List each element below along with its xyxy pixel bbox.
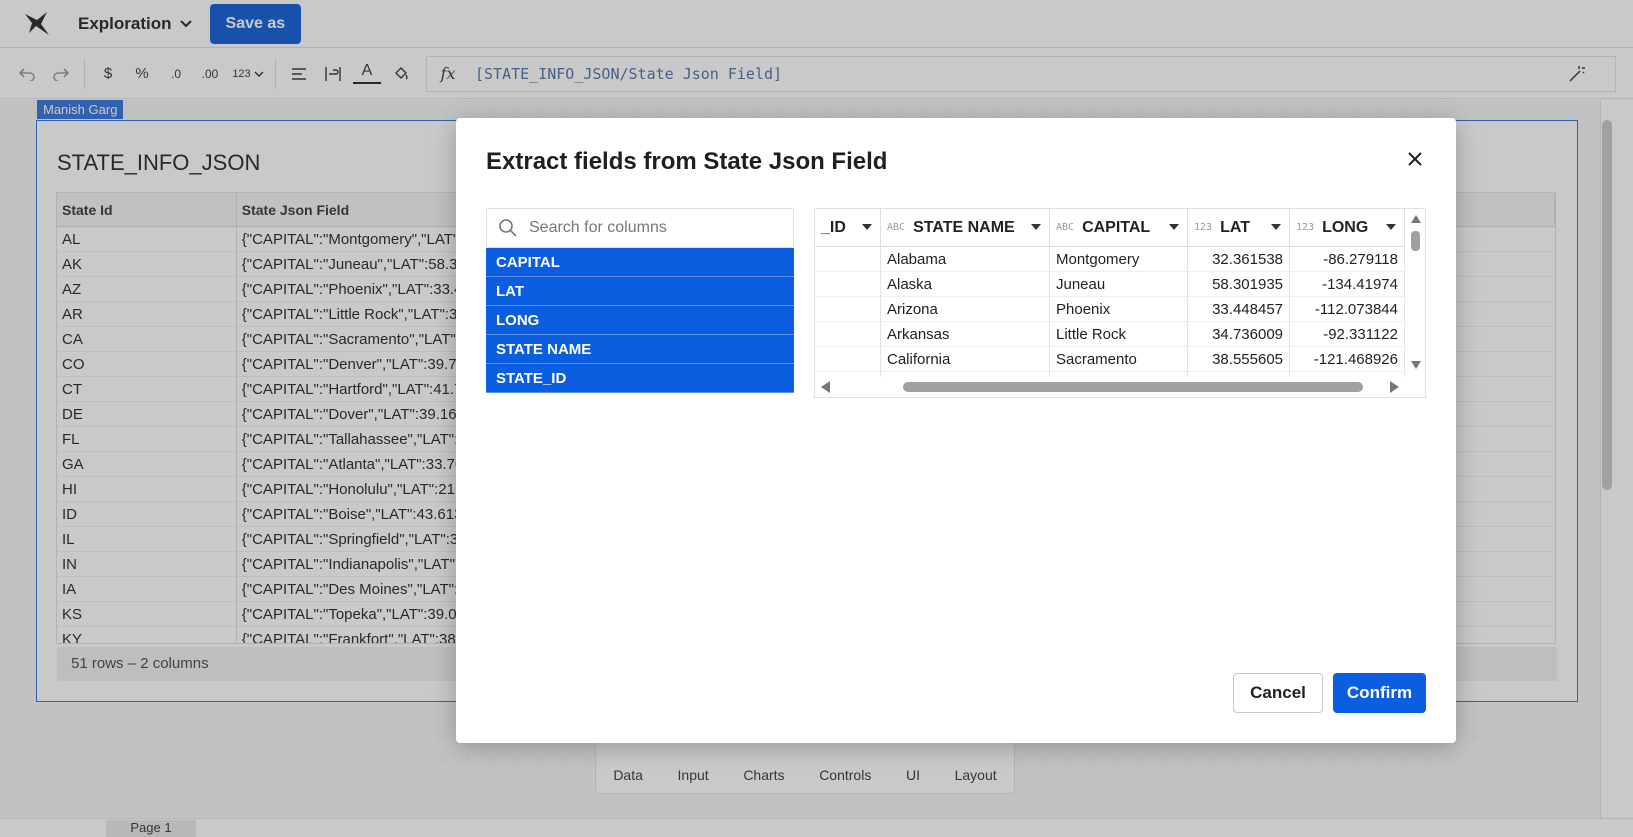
scroll-thumb[interactable] — [903, 382, 1363, 392]
preview-row: Alabama Montgomery 32.361538 -86.279118 — [815, 247, 1405, 272]
number-type-icon: 123 — [1194, 222, 1213, 233]
cell-capital: Sacramento — [1050, 347, 1188, 371]
scroll-up-icon[interactable] — [1411, 215, 1421, 223]
cell-capital: Juneau — [1050, 272, 1188, 296]
cell-id — [815, 297, 881, 321]
search-icon — [487, 218, 529, 238]
cell-long: -121.468926 — [1290, 347, 1405, 371]
preview-column-long[interactable]: 123 LONG — [1290, 209, 1405, 246]
caret-down-icon[interactable] — [862, 224, 872, 230]
column-option-capital[interactable]: CAPITAL — [486, 248, 794, 277]
cell-lat: 38.555605 — [1188, 347, 1290, 371]
cell-state-name: Arizona — [881, 297, 1050, 321]
extract-fields-dialog: Extract fields from State Json Field CAP… — [456, 118, 1456, 743]
cancel-button[interactable]: Cancel — [1233, 673, 1323, 713]
text-type-icon: ABC — [887, 222, 906, 233]
preview-horizontal-scrollbar[interactable] — [815, 377, 1405, 397]
preview-body: Alabama Montgomery 32.361538 -86.279118 Alas… — [815, 247, 1405, 377]
cell-capital: Phoenix — [1050, 297, 1188, 321]
column-label: LAT — [1220, 218, 1250, 236]
caret-down-icon[interactable] — [1169, 224, 1179, 230]
preview-row: Arkansas Little Rock 34.736009 -92.331122 — [815, 322, 1405, 347]
cell-state-name: California — [881, 347, 1050, 371]
preview-column-state-name[interactable]: ABC STATE NAME — [881, 209, 1050, 246]
cell-long: -86.279118 — [1290, 247, 1405, 271]
text-type-icon: ABC — [1056, 222, 1075, 233]
column-picker: CAPITAL LAT LONG STATE NAME STATE_ID — [486, 208, 794, 398]
cell-id — [815, 247, 881, 271]
confirm-button[interactable]: Confirm — [1333, 673, 1426, 713]
cell-lat: 58.301935 — [1188, 272, 1290, 296]
caret-down-icon[interactable] — [1031, 224, 1041, 230]
column-option-lat[interactable]: LAT — [486, 277, 794, 306]
preview-table: _ID ABC STATE NAME ABC CAPITAL 123 LAT 1… — [814, 208, 1426, 398]
cell-long: -112.073844 — [1290, 297, 1405, 321]
cell-lat: 33.448457 — [1188, 297, 1290, 321]
scroll-right-icon[interactable] — [1390, 381, 1399, 393]
cell-id — [815, 322, 881, 346]
cell-capital: Little Rock — [1050, 322, 1188, 346]
search-input[interactable] — [529, 219, 779, 237]
cell-long: -134.41974 — [1290, 272, 1405, 296]
scroll-thumb[interactable] — [1411, 231, 1420, 251]
preview-row: California Sacramento 38.555605 -121.468926 — [815, 347, 1405, 372]
cell-long: -92.331122 — [1290, 322, 1405, 346]
preview-column-lat[interactable]: 123 LAT — [1188, 209, 1290, 246]
search-field[interactable] — [486, 208, 794, 248]
column-label: _ID — [821, 218, 846, 236]
column-label: LONG — [1322, 218, 1369, 236]
preview-row: Alaska Juneau 58.301935 -134.41974 — [815, 272, 1405, 297]
caret-down-icon[interactable] — [1386, 224, 1396, 230]
column-label: STATE NAME — [913, 218, 1015, 236]
cell-capital: Montgomery — [1050, 247, 1188, 271]
preview-header: _ID ABC STATE NAME ABC CAPITAL 123 LAT 1… — [815, 209, 1405, 247]
preview-column-id[interactable]: _ID — [815, 209, 881, 246]
cell-id — [815, 272, 881, 296]
cell-state-name: Alabama — [881, 247, 1050, 271]
column-option-state-name[interactable]: STATE NAME — [486, 335, 794, 364]
cell-lat: 34.736009 — [1188, 322, 1290, 346]
cell-id — [815, 347, 881, 371]
column-label: CAPITAL — [1082, 218, 1151, 236]
scroll-down-icon[interactable] — [1411, 361, 1421, 369]
caret-down-icon[interactable] — [1271, 224, 1281, 230]
scroll-left-icon[interactable] — [821, 381, 830, 393]
cell-state-name: Arkansas — [881, 322, 1050, 346]
preview-column-capital[interactable]: ABC CAPITAL — [1050, 209, 1188, 246]
cell-lat: 32.361538 — [1188, 247, 1290, 271]
close-icon[interactable] — [1402, 146, 1428, 172]
dialog-title: Extract fields from State Json Field — [486, 148, 888, 175]
column-option-state-id[interactable]: STATE_ID — [486, 364, 794, 393]
cell-state-name: Alaska — [881, 272, 1050, 296]
preview-row: Arizona Phoenix 33.448457 -112.073844 — [815, 297, 1405, 322]
preview-vertical-scrollbar[interactable] — [1407, 213, 1425, 373]
column-option-long[interactable]: LONG — [486, 306, 794, 335]
number-type-icon: 123 — [1296, 222, 1315, 233]
